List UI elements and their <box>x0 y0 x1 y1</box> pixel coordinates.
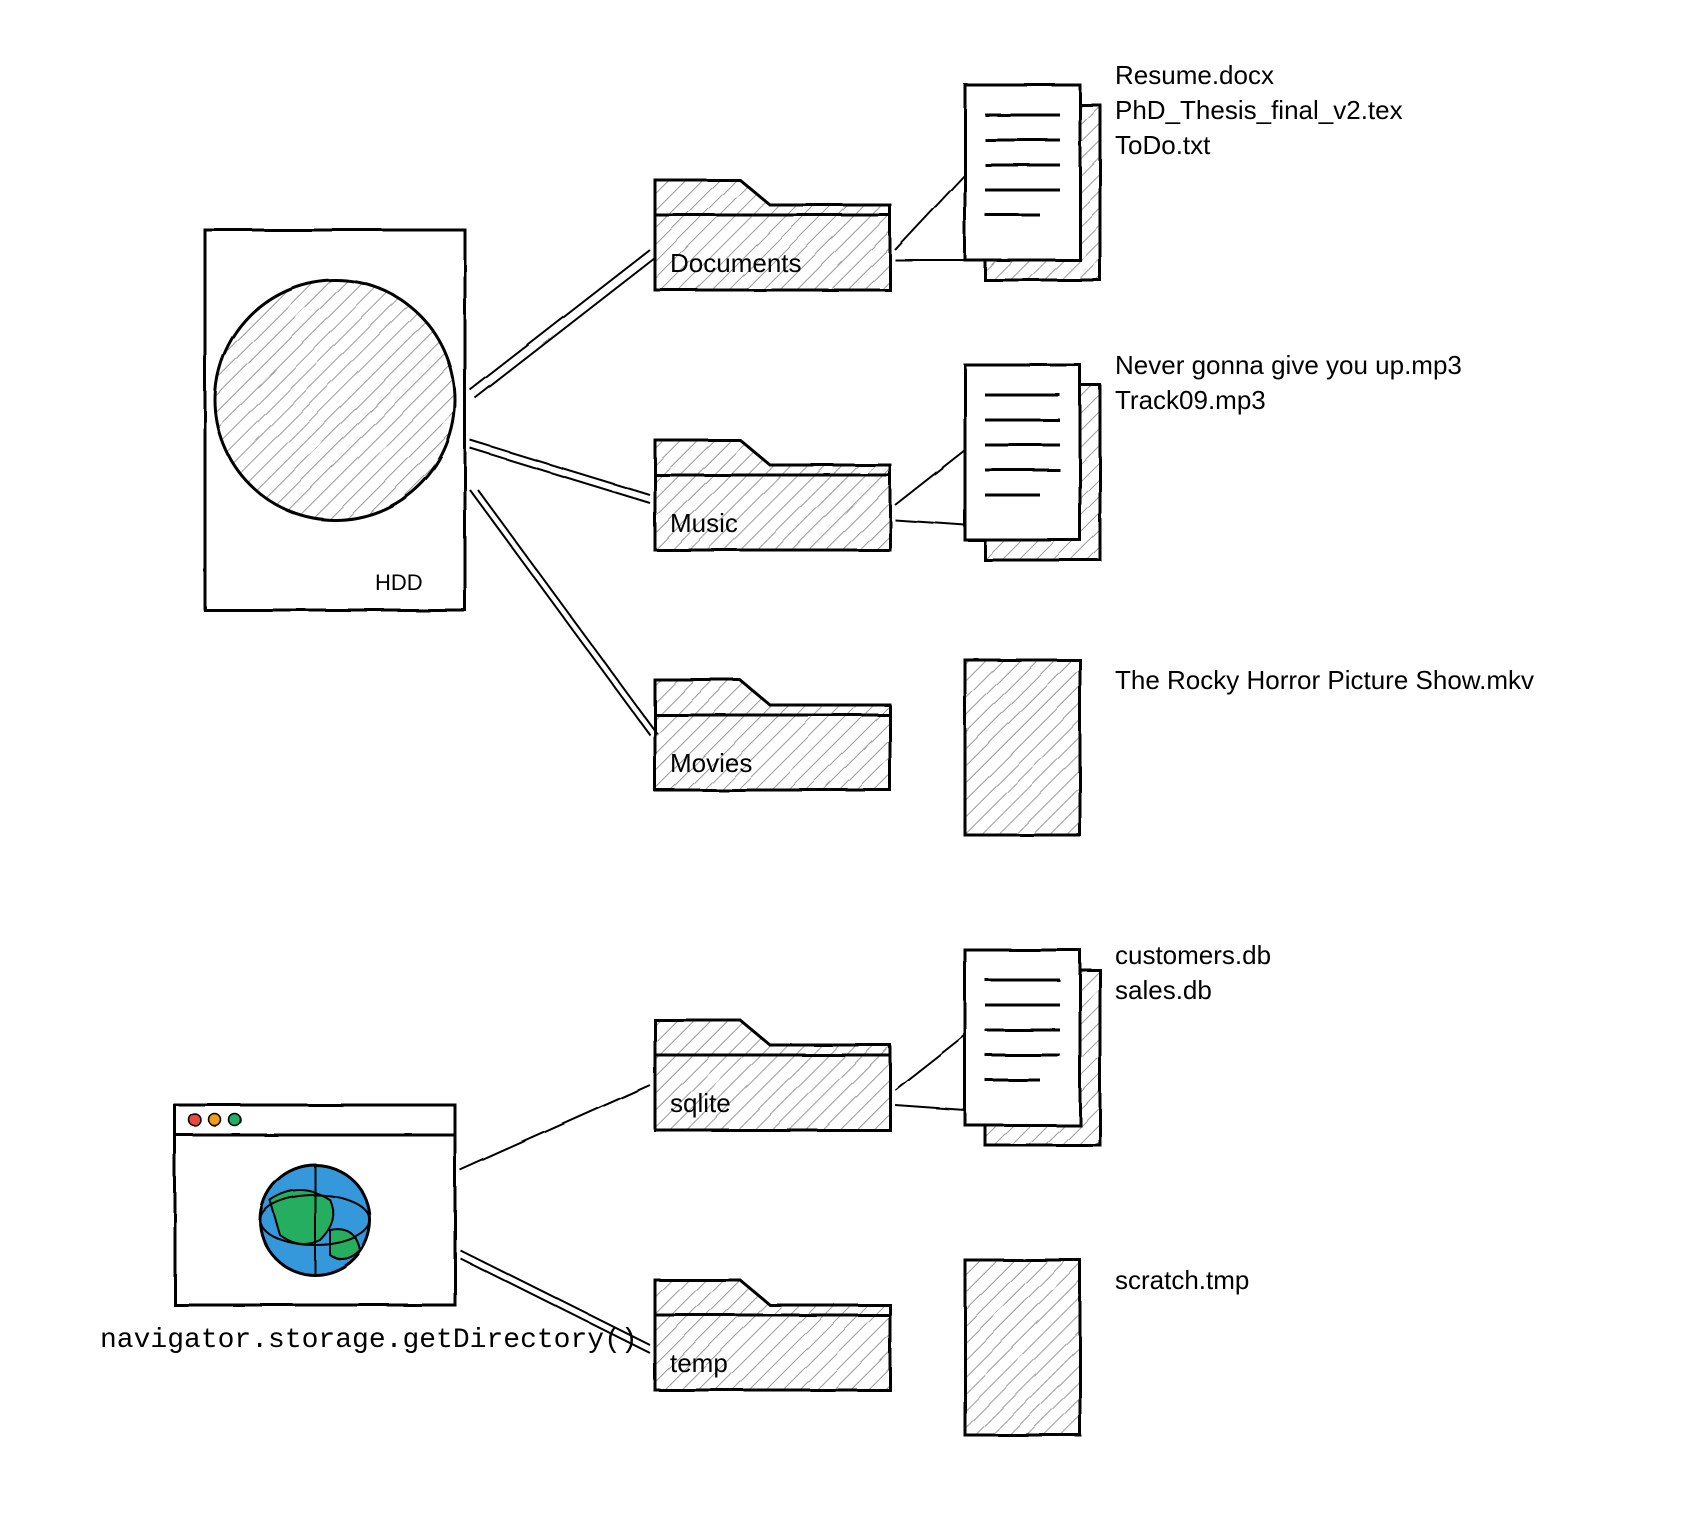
file-label: ToDo.txt <box>1115 130 1210 161</box>
music-file-connector <box>895 450 965 525</box>
hdd-icon <box>205 230 465 610</box>
sqlite-file-icon <box>965 950 1100 1145</box>
file-label: sales.db <box>1115 975 1212 1006</box>
browser-connectors <box>460 1085 650 1353</box>
documents-file-icon <box>965 85 1100 280</box>
folder-label-temp: temp <box>670 1348 728 1379</box>
folder-label-movies: Movies <box>670 748 752 779</box>
file-label: Never gonna give you up.mp3 <box>1115 350 1462 381</box>
file-label: scratch.tmp <box>1115 1265 1249 1296</box>
sqlite-file-connector <box>895 1035 965 1110</box>
file-label: customers.db <box>1115 940 1271 971</box>
browser-api-label: navigator.storage.getDirectory() <box>100 1325 638 1356</box>
file-label: The Rocky Horror Picture Show.mkv <box>1115 665 1534 696</box>
music-file-icon <box>965 365 1100 560</box>
folder-label-music: Music <box>670 508 738 539</box>
movies-file-icon <box>965 660 1080 835</box>
folder-label-documents: Documents <box>670 248 802 279</box>
file-label: Resume.docx <box>1115 60 1274 91</box>
documents-file-connector <box>895 175 965 260</box>
browser-icon <box>175 1105 455 1305</box>
temp-file-icon <box>965 1260 1080 1435</box>
file-label: Track09.mp3 <box>1115 385 1266 416</box>
file-label: PhD_Thesis_final_v2.tex <box>1115 95 1403 126</box>
hdd-connectors <box>470 250 658 735</box>
folder-label-sqlite: sqlite <box>670 1088 731 1119</box>
hdd-label: HDD <box>375 570 423 596</box>
